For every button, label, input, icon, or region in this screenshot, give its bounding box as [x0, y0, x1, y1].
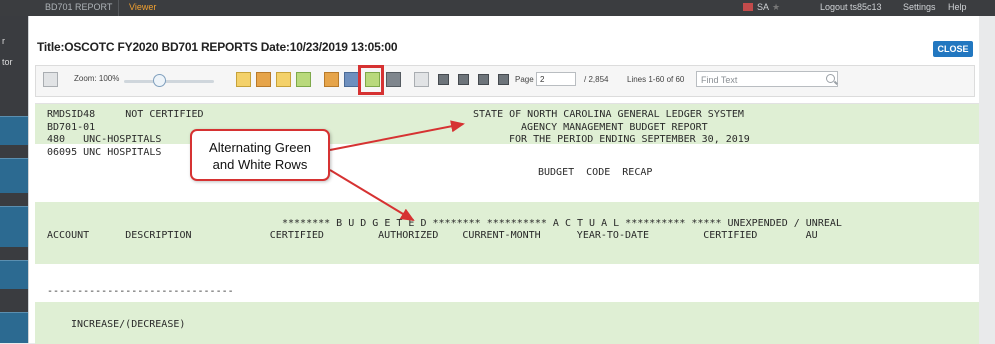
next-page-icon[interactable] [478, 74, 489, 85]
annotation-line: and White Rows [212, 157, 308, 172]
text-cursor-icon[interactable] [344, 72, 359, 87]
sidebar-item[interactable] [0, 312, 28, 343]
tab-bd701-report[interactable]: BD701 REPORT [35, 0, 122, 16]
star-icon[interactable]: ★ [772, 0, 780, 16]
report-line: ACCOUNT DESCRIPTION CERTIFIED AUTHORIZED… [47, 230, 818, 241]
zoom-label: Zoom: 100% [74, 74, 120, 83]
sidebar-item[interactable] [0, 158, 28, 193]
annotation-callout: Alternating Green and White Rows [190, 129, 330, 181]
first-page-icon[interactable] [438, 74, 449, 85]
report-line: 480 UNC-HOSPITALS [47, 134, 162, 145]
report-line: BUDGET CODE RECAP [538, 167, 653, 178]
user-label: SA [757, 2, 770, 12]
folder-icon[interactable] [236, 72, 251, 87]
report-viewer-dialog: Title:OSCOTC FY2020 BD701 REPORTS Date:1… [28, 16, 979, 344]
sidebar-item[interactable] [0, 206, 28, 247]
lines-count: Lines 1-60 of 60 [627, 75, 685, 84]
sidebar-item[interactable] [0, 116, 28, 145]
viewer-toolbar: Zoom: 100% Page 2 / 2,854 Lines 1-60 of … [35, 65, 975, 97]
dialog-title: Title:OSCOTC FY2020 BD701 REPORTS Date:1… [37, 40, 398, 54]
report-line: BD701-01 [47, 122, 96, 133]
page-number-input[interactable]: 2 [536, 72, 576, 86]
annotation-line: Alternating Green [209, 140, 311, 155]
export-icon[interactable] [256, 72, 271, 87]
last-page-icon[interactable] [498, 74, 509, 85]
report-line: FOR THE PERIOD ENDING SEPTEMBER 30, 2019 [509, 134, 750, 145]
sidebar-label-1[interactable]: r [2, 36, 5, 46]
zoom-slider-handle[interactable] [153, 74, 166, 87]
print-icon[interactable] [386, 72, 401, 87]
report-line: 06095 UNC HOSPITALS [47, 147, 162, 158]
previous-page-icon[interactable] [458, 74, 469, 85]
find-text-input[interactable]: Find Text [696, 71, 838, 87]
green-bar-highlight [358, 65, 384, 95]
report-line: ------------------------------- [47, 286, 234, 297]
search-icon[interactable] [826, 74, 835, 83]
sidebar-toggle-icon[interactable] [43, 72, 58, 87]
report-line: ******** B U D G E T E D ******** ******… [282, 218, 842, 229]
report-line: AGENCY MANAGEMENT BUDGET REPORT [521, 122, 708, 133]
settings-link[interactable]: Settings [903, 0, 936, 16]
help-link[interactable]: Help [948, 0, 967, 16]
copy-icon[interactable] [414, 72, 429, 87]
page-label: Page [515, 75, 534, 84]
logout-link[interactable]: Logout ts85c13 [820, 0, 882, 16]
tab-viewer[interactable]: Viewer [118, 0, 166, 16]
close-button[interactable]: CLOSE [933, 41, 973, 57]
image-icon[interactable] [296, 72, 311, 87]
notification-icon[interactable] [743, 3, 753, 11]
left-sidebar: r tor [0, 16, 28, 343]
top-app-bar: BD701 REPORT Viewer SA ★ Logout ts85c13 … [0, 0, 995, 16]
report-page: RMDSID48 NOT CERTIFIED STATE OF NORTH CA… [35, 103, 979, 344]
sidebar-item[interactable] [0, 260, 28, 289]
report-line: RMDSID48 NOT CERTIFIED [47, 109, 204, 120]
report-line: INCREASE/(DECREASE) [71, 319, 186, 330]
report-line: STATE OF NORTH CAROLINA GENERAL LEDGER S… [473, 109, 744, 120]
zoom-slider[interactable] [124, 80, 214, 83]
ruler-icon[interactable] [324, 72, 339, 87]
save-icon[interactable] [276, 72, 291, 87]
page-total: / 2,854 [584, 75, 609, 84]
sidebar-label-2[interactable]: tor [2, 57, 13, 67]
